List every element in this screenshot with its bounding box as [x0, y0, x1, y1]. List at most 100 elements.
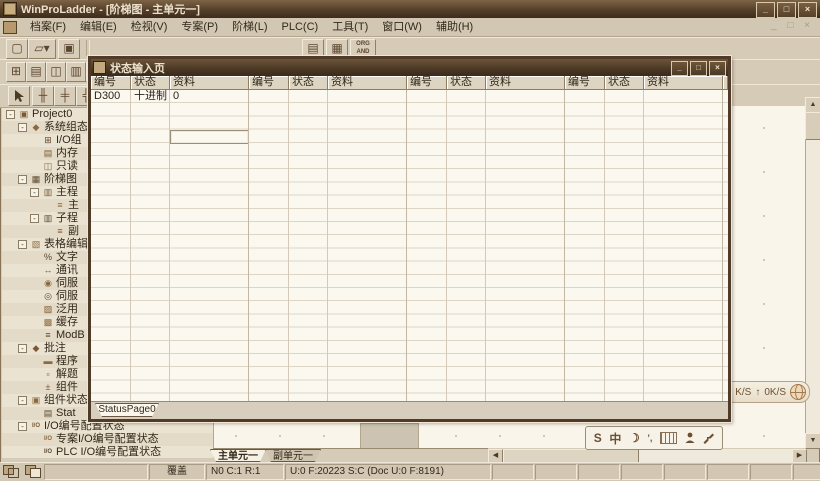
- column-header-编号[interactable]: 编号: [407, 76, 447, 90]
- new-file-button[interactable]: ▢: [6, 39, 28, 59]
- column-header-资料[interactable]: 资料: [170, 76, 249, 90]
- soft-keyboard-icon[interactable]: [660, 432, 677, 444]
- menu-item-7[interactable]: 工具(T): [325, 19, 375, 36]
- net-down-label: K/S: [735, 387, 751, 398]
- column-header-编号[interactable]: 编号: [565, 76, 605, 90]
- ime-language-toggle[interactable]: 中: [609, 430, 621, 447]
- main-program-button[interactable]: ▥: [66, 62, 86, 82]
- tab-status-page[interactable]: StatusPage0: [95, 403, 159, 417]
- ime-toolbar[interactable]: S 中 ☽ ’,: [585, 426, 723, 450]
- tree-toggle[interactable]: -: [18, 344, 27, 353]
- scroll-up-button[interactable]: ▲: [805, 97, 820, 113]
- child-close-button[interactable]: ×: [709, 61, 726, 76]
- tree-toggle[interactable]: -: [18, 175, 27, 184]
- column-header-状态[interactable]: 状态: [131, 76, 170, 90]
- program-comment-icon: ▬: [42, 355, 54, 368]
- ime-fullwidth-icon[interactable]: ☽: [629, 431, 640, 445]
- status-window-icon: [93, 61, 106, 74]
- contact-no-tool-button[interactable]: ╫: [32, 86, 54, 106]
- status-bar: 覆盖 N0 C:1 R:1 U:0 F:20223 S:C (Doc U:0 F…: [0, 462, 820, 481]
- window-status-icon[interactable]: [25, 465, 41, 477]
- menu-item-9[interactable]: 辅助(H): [429, 19, 480, 36]
- column-header-资料[interactable]: 资料: [644, 76, 723, 90]
- menu-item-5[interactable]: 阶梯(L): [225, 19, 274, 36]
- menu-item-8[interactable]: 窗口(W): [375, 19, 429, 36]
- general-table-icon: ▨: [42, 303, 54, 316]
- vertical-scrollbar-thumb[interactable]: [805, 112, 820, 140]
- status-cursor-position: N0 C:1 R:1: [206, 464, 284, 480]
- column-header-状态[interactable]: 状态: [447, 76, 486, 90]
- tree-toggle[interactable]: -: [18, 240, 27, 249]
- contact-nc-tool-button[interactable]: ╪: [54, 86, 76, 106]
- child-minimize-button[interactable]: _: [671, 61, 688, 76]
- status-input-window: 状态输入页 _ □ × 编号状态资料编号状态资料编号状态资料编号状态资料 D30…: [88, 56, 731, 422]
- tab-sub-unit[interactable]: 副单元一: [265, 449, 321, 462]
- tree-toggle[interactable]: -: [18, 123, 27, 132]
- io-config-button[interactable]: ⊞: [6, 62, 26, 82]
- menu-item-6[interactable]: PLC(C): [275, 19, 326, 36]
- memory-button[interactable]: ▤: [26, 62, 46, 82]
- column-header-资料[interactable]: 资料: [328, 76, 407, 90]
- tree-toggle: [42, 201, 51, 210]
- status-segment-empty: [44, 464, 148, 480]
- tree-toggle[interactable]: -: [30, 214, 39, 223]
- tree-toggle[interactable]: -: [18, 422, 27, 431]
- save-button[interactable]: ▣: [58, 39, 80, 59]
- minimize-button[interactable]: _: [756, 2, 775, 18]
- close-button[interactable]: ×: [798, 2, 817, 18]
- maximize-button[interactable]: □: [777, 2, 796, 18]
- tree-toggle: [30, 318, 39, 327]
- menu-item-1[interactable]: 档案(F): [23, 19, 73, 36]
- tree-item-label: 泛用: [56, 303, 78, 316]
- tree-item-label: 通讯: [56, 264, 78, 277]
- status-usage-info: U:0 F:20223 S:C (Doc U:0 F:8191): [285, 464, 491, 480]
- io-status-icon: I/O: [30, 420, 42, 433]
- table-cell-value[interactable]: 十进制: [134, 90, 167, 103]
- menu-item-4[interactable]: 专案(P): [174, 19, 225, 36]
- menu-item-3[interactable]: 检视(V): [124, 19, 175, 36]
- tree-item[interactable]: I/OPLC I/O编号配置状态: [2, 446, 213, 458]
- project-io-icon: I/O: [42, 433, 54, 446]
- tree-toggle[interactable]: -: [18, 396, 27, 405]
- tree-toggle[interactable]: -: [6, 110, 15, 119]
- person-icon[interactable]: [685, 432, 695, 444]
- column-header-资料[interactable]: 资料: [486, 76, 565, 90]
- table-edit-icon: ▧: [30, 238, 42, 251]
- tree-toggle[interactable]: -: [30, 188, 39, 197]
- globe-icon[interactable]: [790, 384, 806, 400]
- status-table-body[interactable]: D300 十进制 0: [91, 90, 728, 402]
- column-header-状态[interactable]: 状态: [289, 76, 328, 90]
- tree-item-label: 只读: [56, 160, 78, 173]
- status-segment-empty: [578, 464, 620, 480]
- tree-toggle: [30, 448, 39, 457]
- tree-item-label: 阶梯图: [44, 173, 77, 186]
- status-segment-empty: [621, 464, 663, 480]
- column-header-编号[interactable]: 编号: [249, 76, 289, 90]
- plc-connection-icon[interactable]: [3, 465, 19, 477]
- readonly-button[interactable]: ◫: [46, 62, 66, 82]
- scroll-down-button[interactable]: ▼: [805, 433, 820, 449]
- table-cell-value[interactable]: 0: [173, 90, 179, 103]
- ime-logo-icon[interactable]: S: [594, 431, 602, 445]
- tree-toggle: [30, 305, 39, 314]
- tree-toggle: [42, 227, 51, 236]
- tree-item-label: 主程: [56, 186, 78, 199]
- table-column: [644, 90, 723, 402]
- tree-item[interactable]: I/O专案I/O编号配置状态: [2, 433, 213, 446]
- wrench-icon[interactable]: [702, 432, 714, 444]
- child-maximize-button[interactable]: □: [690, 61, 707, 76]
- tree-toggle: [30, 435, 39, 444]
- status-page-tabbar: StatusPage0: [91, 401, 728, 419]
- mdi-window-controls[interactable]: _ □ ×: [771, 20, 814, 31]
- tab-main-unit[interactable]: 主单元一: [210, 449, 266, 462]
- column-header-编号[interactable]: 编号: [91, 76, 131, 90]
- tree-toggle: [30, 292, 39, 301]
- status-window-titlebar[interactable]: 状态输入页 _ □ ×: [91, 59, 728, 76]
- menu-item-2[interactable]: 编辑(E): [73, 19, 124, 36]
- tree-item-label: 程序: [56, 355, 78, 368]
- open-file-button[interactable]: ▱▾: [28, 39, 56, 59]
- table-cell-value[interactable]: D300: [94, 90, 120, 103]
- ime-punctuation-toggle[interactable]: ’,: [647, 433, 652, 443]
- pointer-tool-button[interactable]: [8, 86, 30, 106]
- column-header-状态[interactable]: 状态: [605, 76, 644, 90]
